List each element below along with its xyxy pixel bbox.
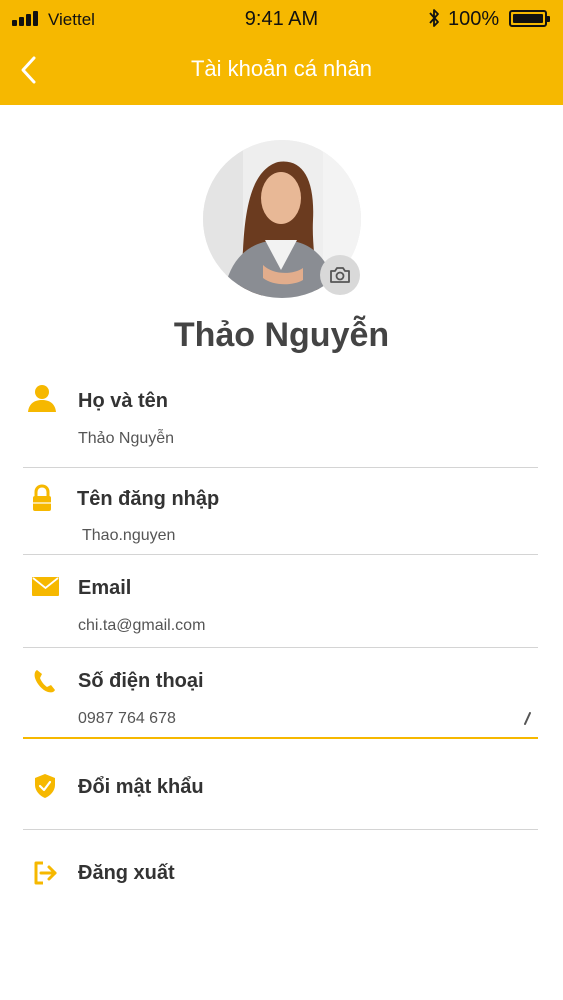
app-header: Viettel 9:41 AM 100% Tài khoản cá nhân <box>0 0 563 105</box>
username-value[interactable]: Thao.nguyen <box>82 527 175 545</box>
logout-button[interactable]: Đăng xuất <box>78 862 175 885</box>
divider <box>23 647 538 648</box>
email-label: Email <box>78 577 132 599</box>
battery-percent: 100% <box>448 8 500 30</box>
full-name-value[interactable]: Thảo Nguyễn <box>78 430 174 448</box>
divider <box>23 829 538 830</box>
user-icon <box>28 385 56 412</box>
battery-icon <box>509 10 550 27</box>
divider <box>23 467 538 468</box>
username-label: Tên đăng nhập <box>77 488 220 510</box>
logout-icon <box>34 861 57 885</box>
divider <box>23 554 538 555</box>
camera-button[interactable] <box>320 255 360 295</box>
bluetooth-icon <box>429 9 439 27</box>
camera-icon <box>330 267 350 283</box>
phone-label: Số điện thoại <box>78 670 204 692</box>
status-bar: Viettel 9:41 AM 100% <box>0 0 563 40</box>
full-name-label: Họ và tên <box>78 390 169 412</box>
phone-input-underline <box>23 737 538 739</box>
phone-icon <box>34 670 55 693</box>
shield-icon <box>35 774 55 798</box>
lock-icon <box>33 484 51 511</box>
edit-icon[interactable] <box>522 712 532 726</box>
change-password-button[interactable]: Đổi mật khẩu <box>78 776 204 799</box>
phone-input[interactable]: 0987 764 678 <box>78 710 176 728</box>
profile-name: Thảo Nguyễn <box>173 316 390 354</box>
email-value[interactable]: chi.ta@gmail.com <box>78 617 205 635</box>
envelope-icon <box>32 577 59 596</box>
page-title: Tài khoản cá nhân <box>190 56 373 81</box>
